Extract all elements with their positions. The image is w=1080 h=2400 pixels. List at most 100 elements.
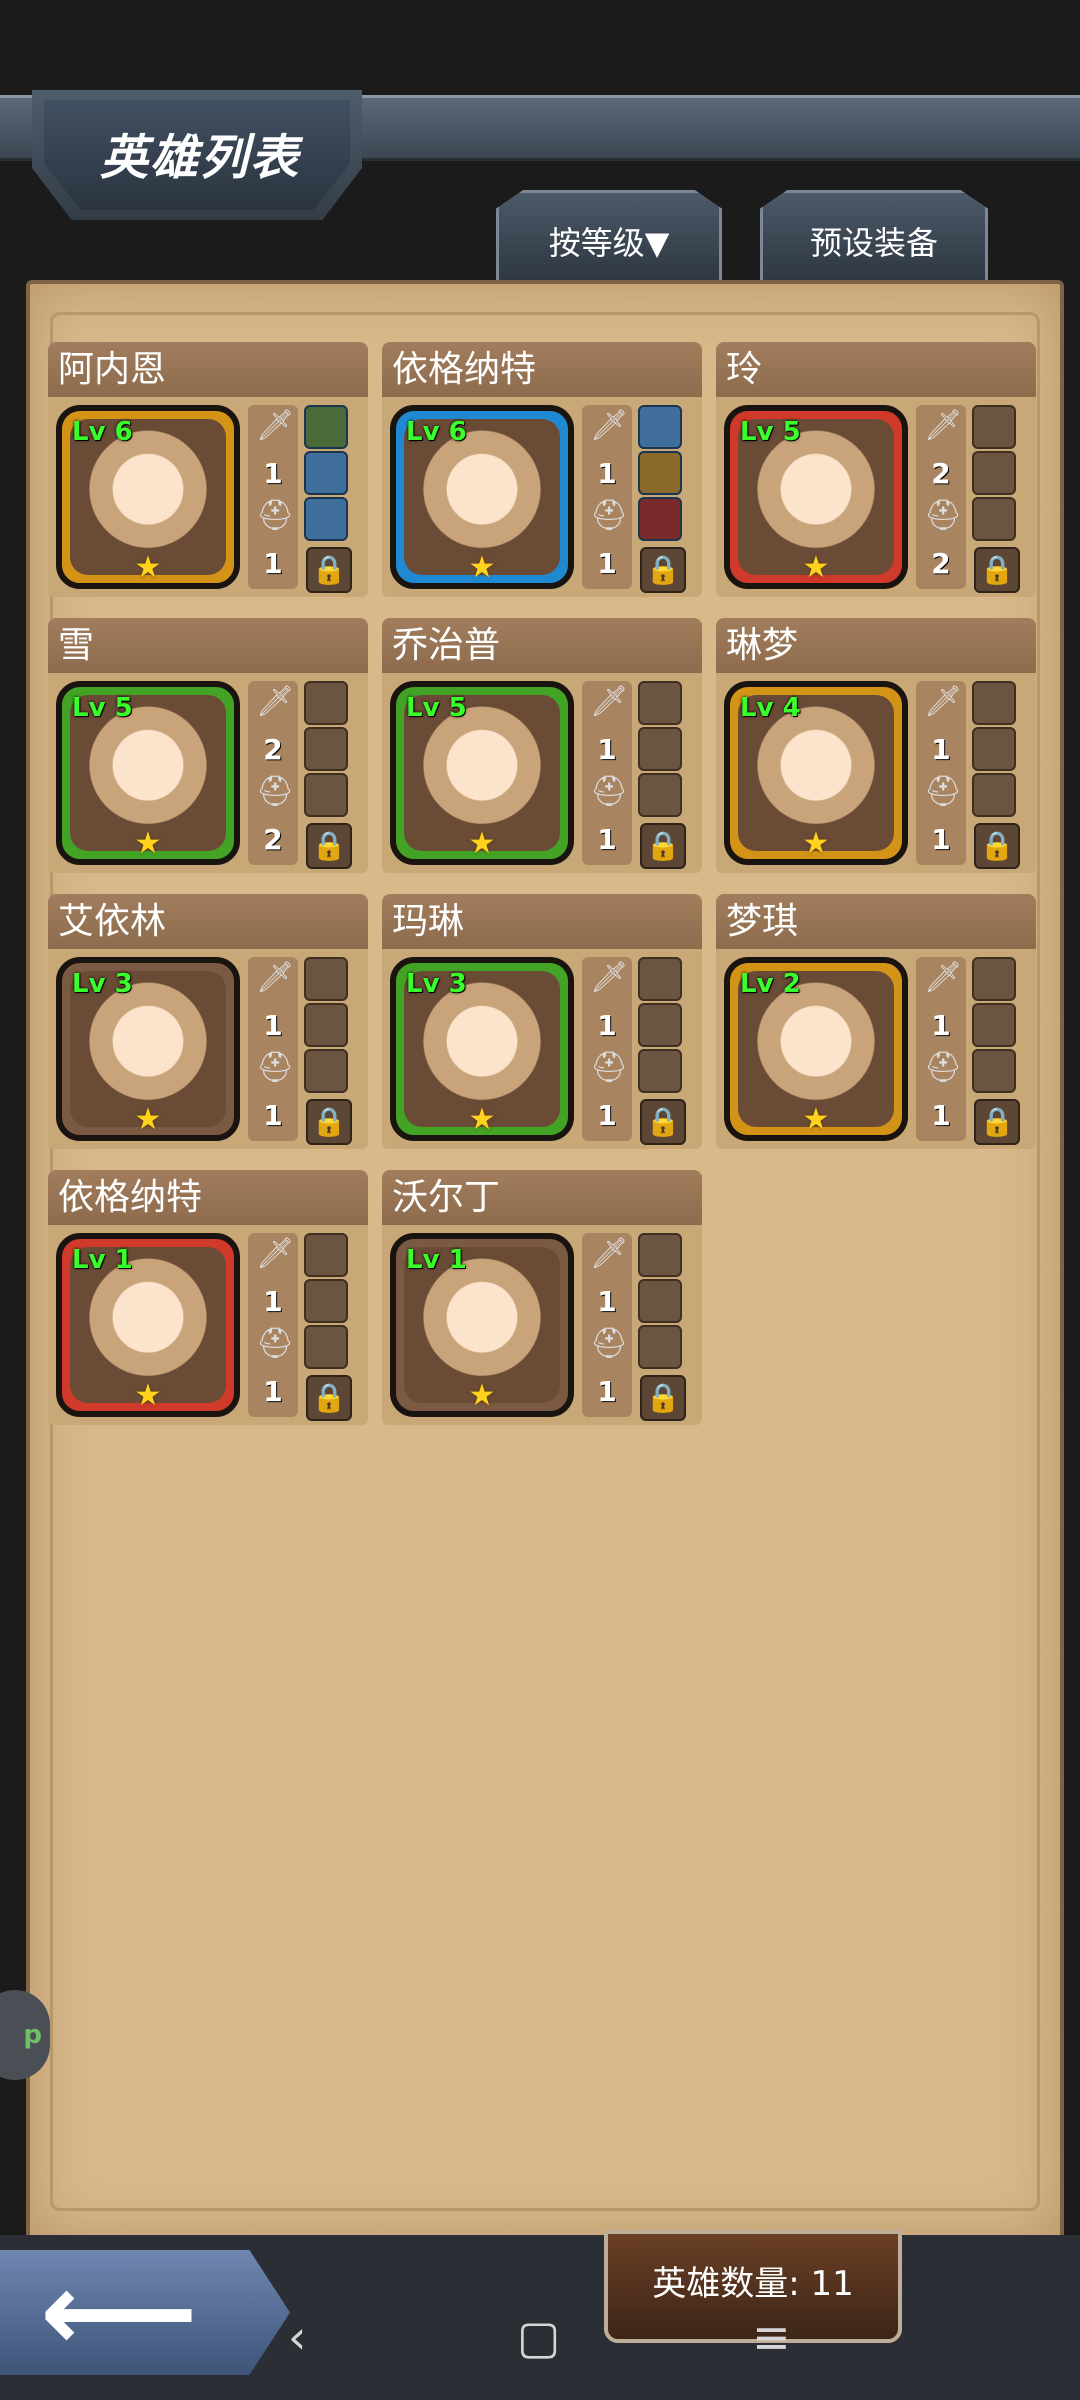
equipment-slot-empty[interactable]	[304, 1325, 348, 1369]
hero-portrait[interactable]: Lv 6 ★	[390, 405, 574, 589]
hero-card[interactable]: 雪 Lv 5 ★ 🗡 2 ⛑ 2 🔒	[48, 618, 368, 873]
lock-icon[interactable]: 🔒	[640, 1375, 686, 1421]
equipment-slot-filled[interactable]	[638, 451, 682, 495]
star-icon: ★	[468, 1102, 496, 1137]
gear-stats: 🗡 1 ⛑ 1	[582, 957, 632, 1141]
sort-by-level-button[interactable]: 按等级▼	[496, 190, 722, 283]
hero-portrait[interactable]: Lv 5 ★	[390, 681, 574, 865]
lock-icon[interactable]: 🔒	[974, 823, 1020, 869]
equipment-slot-empty[interactable]	[972, 773, 1016, 817]
hero-card-body: Lv 1 ★ 🗡 1 ⛑ 1 🔒	[48, 1225, 368, 1425]
gear-stats: 🗡 1 ⛑ 1	[916, 681, 966, 865]
equipment-slot-filled[interactable]	[304, 497, 348, 541]
helmet-icon: ⛑	[924, 774, 963, 809]
nav-home-icon[interactable]: ▢	[517, 2310, 560, 2364]
hero-portrait[interactable]: Lv 5 ★	[724, 405, 908, 589]
equipment-slot-empty[interactable]	[638, 1049, 682, 1093]
equipment-slot-empty[interactable]	[304, 1003, 348, 1047]
armor-count: 1	[263, 1375, 283, 1408]
equipment-slot-empty[interactable]	[972, 405, 1016, 449]
armor-count: 1	[597, 1099, 617, 1132]
equipment-slot-filled[interactable]	[304, 405, 348, 449]
equipment-slot-empty[interactable]	[304, 1279, 348, 1323]
hero-card[interactable]: 梦琪 Lv 2 ★ 🗡 1 ⛑ 1 🔒	[716, 894, 1036, 1149]
hero-card-body: Lv 4 ★ 🗡 1 ⛑ 1 🔒	[716, 673, 1036, 873]
hero-level: Lv 5	[406, 693, 467, 723]
hero-card[interactable]: 琳梦 Lv 4 ★ 🗡 1 ⛑ 1 🔒	[716, 618, 1036, 873]
equipment-slot-filled[interactable]	[638, 405, 682, 449]
equipment-slot-empty[interactable]	[304, 1049, 348, 1093]
equipment-slot-empty[interactable]	[972, 497, 1016, 541]
hero-portrait[interactable]: Lv 3 ★	[390, 957, 574, 1141]
hero-portrait[interactable]: Lv 6 ★	[56, 405, 240, 589]
equipment-slot-filled[interactable]	[304, 451, 348, 495]
equipment-slot-empty[interactable]	[638, 681, 682, 725]
equipment-slot-empty[interactable]	[638, 957, 682, 1001]
hero-portrait[interactable]: Lv 4 ★	[724, 681, 908, 865]
equipment-slot-empty[interactable]	[304, 773, 348, 817]
lock-icon[interactable]: 🔒	[306, 547, 352, 593]
hero-card[interactable]: 依格纳特 Lv 1 ★ 🗡 1 ⛑ 1 🔒	[48, 1170, 368, 1425]
gear-stats: 🗡 1 ⛑ 1	[582, 1233, 632, 1417]
lock-icon[interactable]: 🔒	[306, 823, 352, 869]
equipment-slots: 🔒	[972, 405, 1022, 593]
equipment-slot-empty[interactable]	[304, 727, 348, 771]
equipment-slot-empty[interactable]	[304, 1233, 348, 1277]
armor-count: 2	[263, 823, 283, 856]
hero-level: Lv 1	[406, 1245, 467, 1275]
side-floating-button[interactable]: p	[0, 1990, 50, 2080]
equipment-slot-empty[interactable]	[972, 451, 1016, 495]
equipment-slot-empty[interactable]	[304, 957, 348, 1001]
gear-stats: 🗡 1 ⛑ 1	[916, 957, 966, 1141]
helmet-icon: ⛑	[924, 1050, 963, 1085]
lock-icon[interactable]: 🔒	[974, 547, 1020, 593]
equipment-slot-empty[interactable]	[638, 1279, 682, 1323]
hero-card-body: Lv 2 ★ 🗡 1 ⛑ 1 🔒	[716, 949, 1036, 1149]
nav-menu-icon[interactable]: ≡	[752, 2310, 791, 2364]
sword-icon: 🗡	[256, 408, 295, 443]
lock-icon[interactable]: 🔒	[640, 823, 686, 869]
equipment-slot-empty[interactable]	[638, 1233, 682, 1277]
lock-icon[interactable]: 🔒	[306, 1099, 352, 1145]
equipment-slots: 🔒	[304, 681, 354, 869]
hero-portrait[interactable]: Lv 1 ★	[390, 1233, 574, 1417]
equipment-slot-empty[interactable]	[972, 1049, 1016, 1093]
hero-portrait[interactable]: Lv 3 ★	[56, 957, 240, 1141]
hero-card[interactable]: 阿内恩 Lv 6 ★ 🗡 1 ⛑ 1 🔒	[48, 342, 368, 597]
gear-stats: 🗡 1 ⛑ 1	[248, 1233, 298, 1417]
lock-icon[interactable]: 🔒	[306, 1375, 352, 1421]
equipment-slot-empty[interactable]	[972, 727, 1016, 771]
equipment-slot-empty[interactable]	[304, 681, 348, 725]
hero-portrait[interactable]: Lv 1 ★	[56, 1233, 240, 1417]
hero-portrait[interactable]: Lv 2 ★	[724, 957, 908, 1141]
armor-count: 1	[931, 1099, 951, 1132]
hero-name: 乔治普	[382, 618, 702, 673]
hero-card[interactable]: 沃尔丁 Lv 1 ★ 🗡 1 ⛑ 1 🔒	[382, 1170, 702, 1425]
sword-icon: 🗡	[924, 960, 963, 995]
sword-icon: 🗡	[256, 684, 295, 719]
equipment-slot-empty[interactable]	[638, 727, 682, 771]
equipment-slots: 🔒	[638, 405, 688, 593]
hero-card[interactable]: 玛琳 Lv 3 ★ 🗡 1 ⛑ 1 🔒	[382, 894, 702, 1149]
star-icon: ★	[468, 1378, 496, 1413]
equipment-slot-filled[interactable]	[638, 497, 682, 541]
hero-level: Lv 3	[72, 969, 133, 999]
equipment-slot-empty[interactable]	[972, 681, 1016, 725]
nav-back-icon[interactable]: ‹	[288, 2310, 306, 2364]
hero-portrait[interactable]: Lv 5 ★	[56, 681, 240, 865]
hero-card[interactable]: 依格纳特 Lv 6 ★ 🗡 1 ⛑ 1 🔒	[382, 342, 702, 597]
preset-equipment-button[interactable]: 预设装备	[760, 190, 988, 283]
equipment-slot-empty[interactable]	[638, 1003, 682, 1047]
lock-icon[interactable]: 🔒	[640, 547, 686, 593]
hero-card[interactable]: 艾依林 Lv 3 ★ 🗡 1 ⛑ 1 🔒	[48, 894, 368, 1149]
lock-icon[interactable]: 🔒	[640, 1099, 686, 1145]
hero-card[interactable]: 玲 Lv 5 ★ 🗡 2 ⛑ 2 🔒	[716, 342, 1036, 597]
equipment-slot-empty[interactable]	[972, 957, 1016, 1001]
lock-icon[interactable]: 🔒	[974, 1099, 1020, 1145]
weapon-count: 1	[263, 457, 283, 490]
equipment-slot-empty[interactable]	[638, 773, 682, 817]
weapon-count: 1	[597, 1009, 617, 1042]
hero-card[interactable]: 乔治普 Lv 5 ★ 🗡 1 ⛑ 1 🔒	[382, 618, 702, 873]
equipment-slot-empty[interactable]	[972, 1003, 1016, 1047]
equipment-slot-empty[interactable]	[638, 1325, 682, 1369]
